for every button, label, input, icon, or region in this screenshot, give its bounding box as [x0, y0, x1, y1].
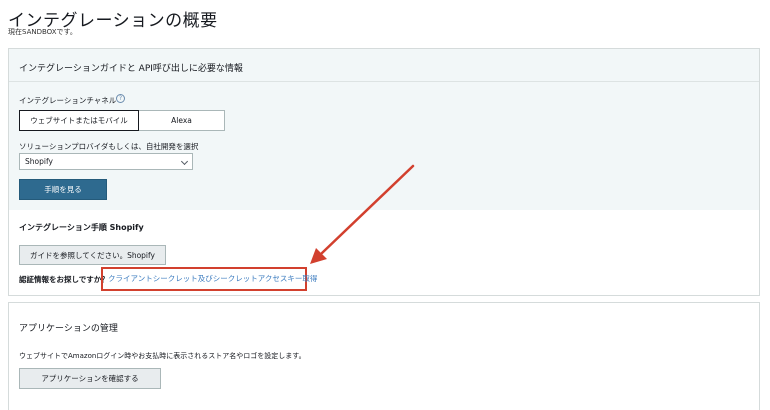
- view-steps-button[interactable]: 手順を見る: [19, 179, 107, 200]
- channel-option-alexa[interactable]: Alexa: [139, 110, 225, 131]
- client-secret-link[interactable]: クライアントシークレット及びシークレットアクセスキー取得: [101, 267, 317, 291]
- help-icon[interactable]: ?: [116, 94, 125, 103]
- integration-panel-header: インテグレーションガイドと API呼び出しに必要な情報: [9, 49, 759, 82]
- application-panel: アプリケーションの管理 ウェブサイトでAmazonログイン時やお支払時に表示され…: [8, 302, 760, 410]
- integration-panel-title: インテグレーションガイドと API呼び出しに必要な情報: [19, 64, 243, 74]
- sandbox-note: 現在SANDBOXです。: [8, 28, 77, 36]
- application-panel-description: ウェブサイトでAmazonログイン時やお支払時に表示されるストア名やロゴを設定し…: [19, 352, 306, 360]
- provider-label: ソリューションプロバイダもしくは、自社開発を選択: [19, 142, 199, 151]
- credentials-question: 認証情報をお探しですか？: [19, 275, 109, 284]
- chevron-down-icon: [180, 157, 189, 166]
- integration-steps-title: インテグレーション手順 Shopify: [19, 223, 144, 232]
- channel-label: インテグレーションチャネル: [19, 96, 117, 105]
- guide-button[interactable]: ガイドを参照してください。Shopify: [19, 245, 166, 265]
- confirm-application-button[interactable]: アプリケーションを確認する: [19, 368, 161, 389]
- channel-toggle-group: ウェブサイトまたはモバイル Alexa: [19, 110, 225, 131]
- provider-select[interactable]: Shopify: [19, 153, 193, 170]
- provider-select-value: Shopify: [25, 157, 53, 166]
- application-panel-title: アプリケーションの管理: [19, 324, 118, 334]
- integration-panel: インテグレーションガイドと API呼び出しに必要な情報 インテグレーションチャネ…: [8, 48, 760, 296]
- channel-option-website-mobile[interactable]: ウェブサイトまたはモバイル: [19, 110, 139, 131]
